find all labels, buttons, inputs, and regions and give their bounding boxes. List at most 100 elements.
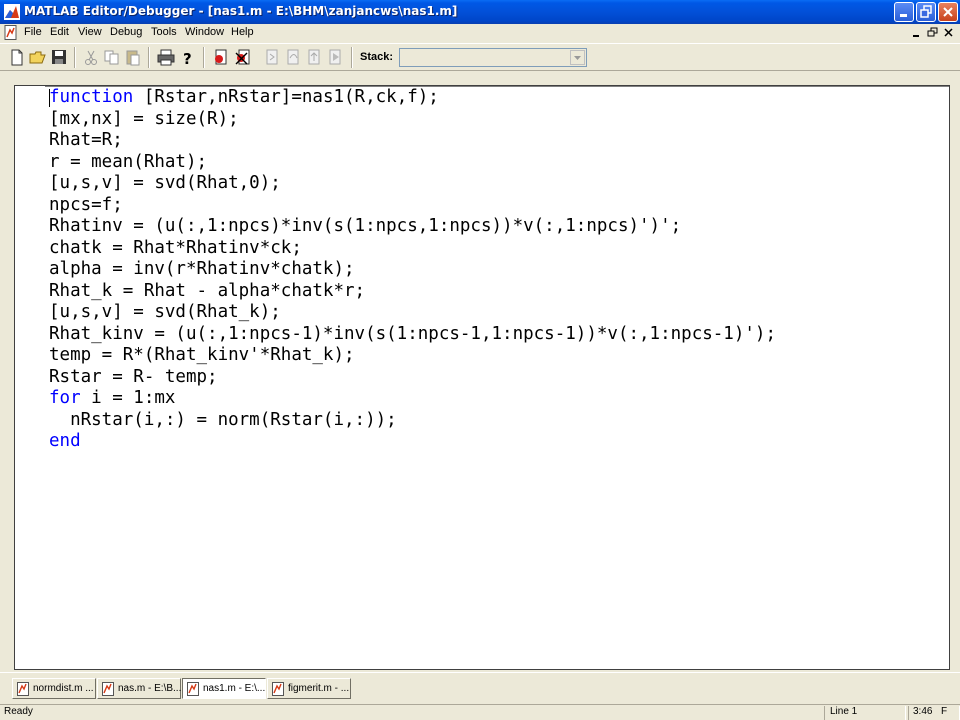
code-text-run: npcs=f; (49, 194, 123, 215)
code-line[interactable]: npcs=f; (49, 195, 776, 217)
restore-button[interactable] (916, 2, 936, 22)
code-text-run: [u,s,v] = svd(Rhat,0); (49, 173, 281, 193)
minimize-icon (900, 14, 907, 17)
code-text-run: [Rstar,nRstar]=nas1(R,ck,f); (133, 87, 439, 107)
code-text-run: Rhatinv = (u(:,1:npcs)*inv(s(1:npcs,1:np… (49, 216, 682, 236)
step-over-icon[interactable] (285, 49, 303, 66)
text-caret (49, 89, 50, 107)
code-text[interactable]: function [Rstar,nRstar]=nas1(R,ck,f); [mx… (49, 87, 776, 453)
document-icon[interactable] (4, 25, 18, 40)
code-line[interactable]: Rhat_kinv = (u(:,1:npcs-1)*inv(s(1:npcs-… (49, 324, 776, 346)
code-keyword: for (49, 388, 81, 408)
code-line[interactable]: for i = 1:mx (49, 388, 776, 410)
code-line[interactable]: function [Rstar,nRstar]=nas1(R,ck,f); (49, 87, 776, 109)
title-bar[interactable]: MATLAB Editor/Debugger - [nas1.m - E:\BH… (0, 0, 960, 24)
tab-nas1[interactable]: nas1.m - E:\... (182, 678, 266, 699)
menu-help[interactable]: Help (231, 26, 254, 38)
toolbar-separator (351, 47, 353, 68)
svg-text:?: ? (183, 50, 192, 66)
doc-close-icon[interactable] (942, 26, 956, 39)
code-line[interactable]: end (49, 431, 776, 453)
m-file-icon (272, 682, 284, 696)
tab-normdist[interactable]: normdist.m ... (12, 678, 96, 699)
tab-label: nas.m - E:\B... (118, 683, 182, 694)
paste-icon[interactable] (124, 49, 142, 66)
minimize-button[interactable] (894, 2, 914, 22)
stack-dropdown[interactable] (399, 48, 587, 67)
code-text-run: [u,s,v] = svd(Rhat_k); (49, 302, 281, 322)
code-text-run: Rhat=R; (49, 130, 123, 150)
menu-tools[interactable]: Tools (151, 26, 177, 38)
status-bar: Ready Line 1 3:46 F (0, 704, 960, 720)
code-line[interactable]: nRstar(i,:) = norm(Rstar(i,:)); (49, 410, 776, 432)
status-line: Line 1 (830, 706, 858, 717)
open-folder-icon[interactable] (29, 49, 47, 66)
m-file-icon (102, 682, 114, 696)
code-line[interactable]: Rhat_k = Rhat - alpha*chatk*r; (49, 281, 776, 303)
tab-label: figmerit.m - ... (288, 683, 350, 694)
dropdown-arrow[interactable] (570, 50, 585, 65)
status-time: 3:46 (913, 706, 933, 717)
menu-debug[interactable]: Debug (110, 26, 142, 38)
doc-restore-icon[interactable] (926, 26, 940, 39)
code-line[interactable]: alpha = inv(r*Rhatinv*chatk); (49, 259, 776, 281)
tab-nas[interactable]: nas.m - E:\B... (97, 678, 181, 699)
code-keyword: function (49, 87, 134, 107)
code-line[interactable]: temp = R*(Rhat_kinv'*Rhat_k); (49, 345, 776, 367)
matlab-logo-icon (4, 4, 20, 20)
code-text-run: Rhat_k = Rhat - alpha*chatk*r; (49, 280, 366, 301)
code-text-run: [mx,nx] = size(R); (49, 108, 239, 129)
cut-icon[interactable] (82, 49, 100, 66)
restore-icon (920, 5, 932, 18)
code-text-run: alpha = inv(r*Rhatinv*chatk); (49, 259, 355, 279)
code-line[interactable]: Rhatinv = (u(:,1:npcs)*inv(s(1:npcs,1:np… (49, 216, 776, 238)
copy-icon[interactable] (103, 49, 121, 66)
stack-label: Stack: (360, 51, 394, 63)
code-text-run: r = mean(Rhat); (49, 151, 208, 172)
toolbar-separator (74, 47, 76, 68)
clear-breakpoints-icon[interactable] (234, 49, 252, 66)
matlab-editor-window: MATLAB Editor/Debugger - [nas1.m - E:\BH… (0, 0, 960, 720)
doc-minimize-icon[interactable] (910, 26, 924, 39)
continue-icon[interactable] (327, 49, 345, 66)
code-line[interactable]: [u,s,v] = svd(Rhat_k); (49, 302, 776, 324)
save-icon[interactable] (50, 49, 68, 66)
menu-bar: File Edit View Debug Tools Window Help (0, 24, 960, 42)
close-icon (943, 7, 953, 17)
m-file-icon (187, 682, 199, 696)
code-line[interactable]: [u,s,v] = svd(Rhat,0); (49, 173, 776, 195)
code-text-run: Rhat_kinv = (u(:,1:npcs-1)*inv(s(1:npcs-… (49, 323, 776, 344)
code-text-run: chatk = Rhat*Rhatinv*ck; (49, 237, 302, 258)
help-icon[interactable]: ? (178, 49, 196, 66)
menu-edit[interactable]: Edit (50, 26, 69, 38)
status-ready: Ready (4, 706, 33, 717)
code-line[interactable]: Rstar = R- temp; (49, 367, 776, 389)
menu-file[interactable]: File (24, 26, 42, 38)
new-file-icon[interactable] (8, 49, 26, 66)
code-keyword: end (49, 431, 81, 451)
step-in-icon[interactable] (264, 49, 282, 66)
code-line[interactable]: r = mean(Rhat); (49, 152, 776, 174)
step-out-icon[interactable] (306, 49, 324, 66)
code-line[interactable]: [mx,nx] = size(R); (49, 109, 776, 131)
toolbar-separator (203, 47, 205, 68)
window-title: MATLAB Editor/Debugger - [nas1.m - E:\BH… (24, 4, 458, 18)
code-editor[interactable]: function [Rstar,nRstar]=nas1(R,ck,f); [mx… (14, 85, 950, 670)
status-time-box: 3:46 F (908, 706, 960, 720)
tab-figmerit[interactable]: figmerit.m - ... (267, 678, 351, 699)
close-button[interactable] (938, 2, 958, 22)
code-line[interactable]: Rhat=R; (49, 130, 776, 152)
code-line[interactable]: chatk = Rhat*Rhatinv*ck; (49, 238, 776, 260)
code-text-run: temp = R*(Rhat_kinv'*Rhat_k); (49, 345, 355, 365)
tab-label: normdist.m ... (33, 683, 94, 694)
document-tabs: normdist.m ... nas.m - E:\B... nas1.m - … (0, 672, 960, 704)
toolbar: ? Stack: (0, 43, 960, 71)
menu-view[interactable]: View (78, 26, 102, 38)
print-icon[interactable] (157, 49, 175, 66)
set-breakpoint-icon[interactable] (213, 49, 231, 66)
chevron-down-icon (574, 56, 581, 60)
menu-window[interactable]: Window (185, 26, 224, 38)
status-line-box: Line 1 (824, 706, 906, 720)
toolbar-separator (148, 47, 150, 68)
m-file-icon (17, 682, 29, 696)
